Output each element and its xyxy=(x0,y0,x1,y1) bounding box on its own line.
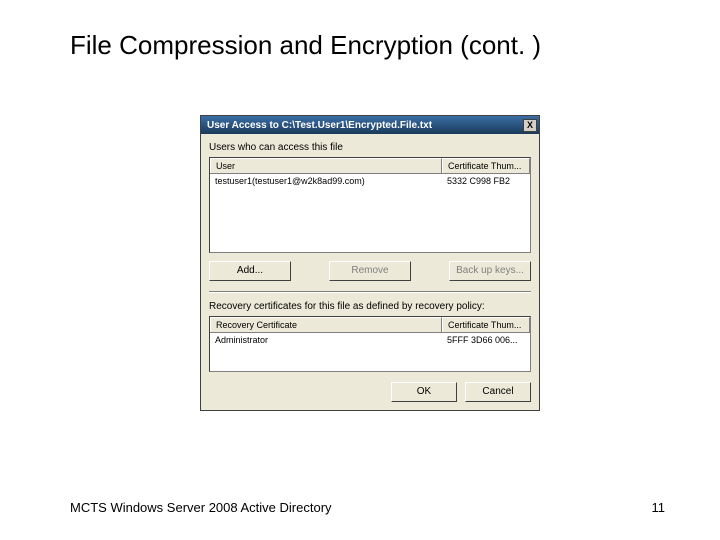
close-icon[interactable]: X xyxy=(523,119,537,132)
list-header: User Certificate Thum... xyxy=(210,158,530,174)
col-user[interactable]: User xyxy=(210,158,442,173)
recovery-user-cell: Administrator xyxy=(210,333,442,347)
col-cert-thumb[interactable]: Certificate Thum... xyxy=(442,317,530,332)
recovery-list[interactable]: Recovery Certificate Certificate Thum...… xyxy=(209,316,531,372)
separator xyxy=(209,291,531,293)
slide-title: File Compression and Encryption (cont. ) xyxy=(0,0,720,61)
recovery-label: Recovery certificates for this file as d… xyxy=(209,301,531,312)
add-button[interactable]: Add... xyxy=(209,261,291,281)
slide-page-number: 11 xyxy=(652,500,666,515)
remove-button[interactable]: Remove xyxy=(329,261,411,281)
slide-footer-text: MCTS Windows Server 2008 Active Director… xyxy=(70,500,332,515)
thumb-cell: 5332 C998 FB2 xyxy=(442,174,530,188)
col-cert-thumb[interactable]: Certificate Thum... xyxy=(442,158,530,173)
dialog-body: Users who can access this file User Cert… xyxy=(201,134,539,410)
users-label: Users who can access this file xyxy=(209,142,531,153)
efs-user-access-dialog: User Access to C:\Test.User1\Encrypted.F… xyxy=(200,115,540,411)
recovery-thumb-cell: 5FFF 3D66 006... xyxy=(442,333,530,347)
dialog-title-text: User Access to C:\Test.User1\Encrypted.F… xyxy=(207,120,432,131)
dialog-titlebar: User Access to C:\Test.User1\Encrypted.F… xyxy=(201,116,539,134)
users-list[interactable]: User Certificate Thum... testuser1(testu… xyxy=(209,157,531,253)
list-item[interactable]: Administrator 5FFF 3D66 006... xyxy=(210,333,530,347)
backup-keys-button[interactable]: Back up keys... xyxy=(449,261,531,281)
user-cell: testuser1(testuser1@w2k8ad99.com) xyxy=(210,174,442,188)
col-recovery-cert[interactable]: Recovery Certificate xyxy=(210,317,442,332)
list-item[interactable]: testuser1(testuser1@w2k8ad99.com) 5332 C… xyxy=(210,174,530,188)
list-header: Recovery Certificate Certificate Thum... xyxy=(210,317,530,333)
user-buttons-row: Add... Remove Back up keys... xyxy=(209,261,531,281)
dialog-footer-buttons: OK Cancel xyxy=(209,382,531,402)
cancel-button[interactable]: Cancel xyxy=(465,382,531,402)
ok-button[interactable]: OK xyxy=(391,382,457,402)
